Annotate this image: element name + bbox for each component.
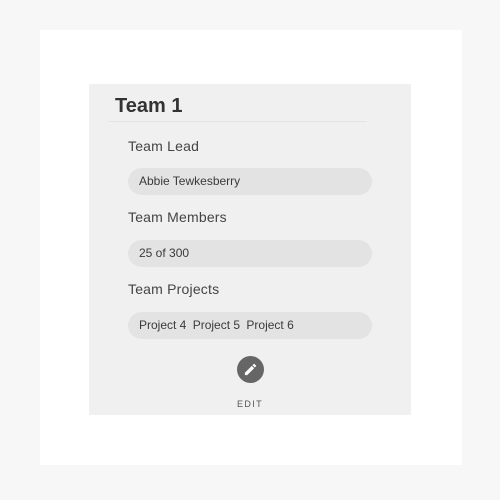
team-lead-label: Team Lead [128,138,200,154]
title-divider [108,121,367,122]
edit-button[interactable] [237,356,264,383]
team-lead-field[interactable]: Abbie Tewkesberry [128,168,372,195]
team-projects-field[interactable]: Project 4 Project 5 Project 6 [128,312,372,339]
pencil-icon [244,363,257,376]
card-title: Team 1 [115,95,183,117]
project-chip: Project 5 [192,318,241,332]
edit-label[interactable]: EDIT [227,398,273,410]
team-projects-label: Team Projects [128,281,220,297]
team-members-field[interactable]: 25 of 300 [128,240,372,267]
project-chip: Project 4 [139,318,187,332]
team-card: Team 1 Team Lead Abbie Tewkesberry Team … [89,84,411,415]
project-chip: Project 6 [246,318,294,332]
team-members-label: Team Members [128,209,227,225]
